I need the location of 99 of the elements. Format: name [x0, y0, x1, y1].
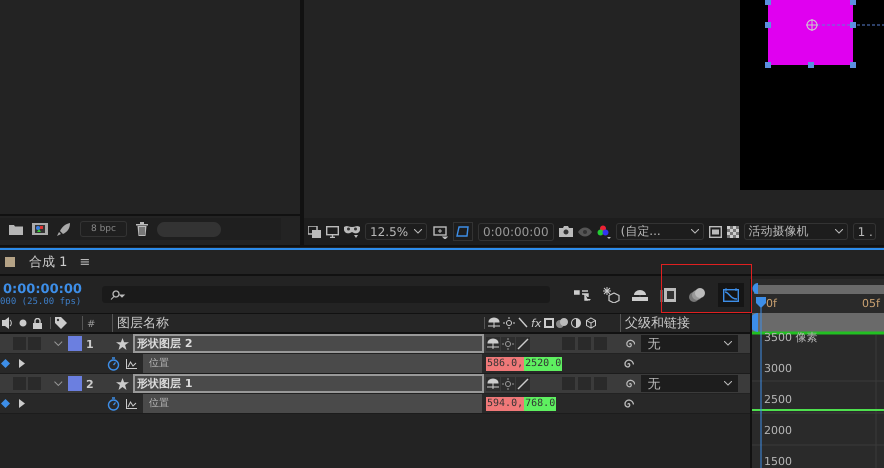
- transparency-grid-icon[interactable]: [453, 222, 473, 241]
- mask-icon[interactable]: [344, 225, 360, 238]
- column-header[interactable]: 图层名称: [117, 314, 169, 332]
- chevron-down-icon: [690, 229, 699, 234]
- layer-number: 1: [86, 338, 94, 350]
- quality-switch-icon[interactable]: [516, 376, 530, 390]
- frame-rate-label: 000 (25.00 fps): [0, 297, 82, 307]
- timecode-field[interactable]: 0:00:00:00: [478, 222, 554, 240]
- monitor-icon[interactable]: [326, 226, 339, 238]
- composition-color-swatch: [5, 257, 15, 267]
- star-icon: [116, 338, 129, 350]
- axis-label: 3500 像素: [764, 331, 818, 344]
- snapshot-stack-icon[interactable]: [308, 226, 321, 238]
- spiral-icon[interactable]: [622, 398, 634, 410]
- speaker-icon: [2, 317, 13, 329]
- checkerboard-icon[interactable]: [726, 226, 739, 238]
- zoom-dropdown[interactable]: 12.5%: [365, 223, 427, 240]
- graph-editor-icon: [723, 288, 739, 302]
- ruler-label: 05f: [862, 297, 880, 310]
- search-icon: [110, 290, 126, 300]
- adjustment-column-icon: [571, 318, 581, 328]
- effects-column-label: fx: [531, 317, 542, 329]
- dot-icon: [19, 319, 27, 327]
- graph-editor[interactable]: 0f 05f 3500 像素 3000 2500 2000 1500: [750, 279, 884, 468]
- resolution-dropdown[interactable]: (自定...: [616, 223, 704, 240]
- layer-name-field[interactable]: 形状图层 1: [133, 374, 484, 393]
- navigator-handle[interactable]: [752, 283, 758, 294]
- star-icon: [116, 378, 129, 390]
- parent-dropdown[interactable]: 无: [641, 335, 738, 352]
- color-channels-icon[interactable]: [596, 224, 611, 238]
- frame-blending-icon[interactable]: [660, 288, 676, 302]
- y-value[interactable]: 2520.0: [524, 356, 562, 370]
- slash-column-icon: [518, 318, 528, 328]
- composition-icon[interactable]: [32, 223, 48, 235]
- chevron-down-icon: [724, 341, 732, 346]
- axis-label: 2000: [764, 424, 792, 437]
- composition-tab[interactable]: 合成 1: [29, 253, 68, 271]
- trash-icon[interactable]: [136, 222, 148, 236]
- axis-label: 3000: [764, 362, 792, 375]
- keyframe-diamond-icon[interactable]: [1, 359, 10, 368]
- region-icon[interactable]: [432, 224, 448, 238]
- camera-icon[interactable]: [558, 226, 573, 237]
- stopwatch-icon[interactable]: [107, 396, 120, 410]
- property-name: 位置: [143, 394, 482, 413]
- ruler-label: 0f: [766, 297, 777, 310]
- motion-blur-column-icon: [556, 318, 568, 328]
- bit-depth-button[interactable]: 8 bpc: [80, 221, 127, 237]
- axis-label: 1500: [764, 455, 792, 468]
- cube-sparkle-icon[interactable]: [603, 286, 620, 302]
- views-dropdown[interactable]: 1 .: [852, 223, 876, 240]
- collapse-switch-icon[interactable]: [501, 376, 515, 390]
- cube-column-icon: [586, 318, 596, 329]
- keyframe-diamond-icon[interactable]: [1, 399, 10, 408]
- quality-switch-icon[interactable]: [516, 336, 530, 350]
- work-area-handle[interactable]: [752, 313, 758, 332]
- play-triangle-icon[interactable]: [19, 359, 25, 368]
- region-of-interest-icon[interactable]: [708, 226, 722, 238]
- current-time[interactable]: 0:00:00:00: [3, 282, 100, 297]
- expand-chevron-icon[interactable]: [54, 380, 63, 386]
- playhead[interactable]: [756, 296, 766, 468]
- frame-blend-column-icon: [544, 318, 554, 328]
- camera-dropdown[interactable]: 活动摄像机: [744, 223, 848, 240]
- panel-menu[interactable]: ≡: [79, 254, 90, 270]
- folder-icon[interactable]: [9, 224, 23, 234]
- sun-column-icon: [502, 317, 516, 329]
- layer-color-swatch[interactable]: [68, 336, 82, 351]
- expand-chevron-icon[interactable]: [54, 340, 63, 346]
- chevron-down-icon: [414, 229, 422, 234]
- x-value[interactable]: 594.0,: [486, 396, 524, 410]
- shy-switch-icon[interactable]: [486, 336, 500, 350]
- chevron-down-icon: [834, 229, 843, 234]
- graph-toggle-icon[interactable]: [126, 358, 137, 368]
- search-field[interactable]: [102, 286, 550, 303]
- layer-number: 2: [86, 378, 94, 390]
- layer-color-swatch[interactable]: [68, 376, 82, 391]
- stopwatch-icon[interactable]: [107, 356, 120, 370]
- spiral-icon[interactable]: [624, 338, 636, 350]
- label-tag-icon: [55, 317, 67, 329]
- shy-column-icon: [488, 318, 500, 328]
- column-header: #: [87, 319, 96, 330]
- chevron-down-icon: [724, 381, 732, 386]
- parent-dropdown[interactable]: 无: [641, 375, 738, 392]
- shy-icon[interactable]: [632, 288, 648, 300]
- lock-icon: [33, 318, 42, 328]
- graph-toggle-icon[interactable]: [126, 398, 137, 408]
- property-name: 位置: [143, 354, 482, 373]
- x-value[interactable]: 586.0,: [486, 356, 524, 370]
- collapse-switch-icon[interactable]: [501, 336, 515, 350]
- spiral-icon[interactable]: [622, 358, 634, 370]
- play-triangle-icon[interactable]: [19, 399, 25, 408]
- layer-name-field[interactable]: 形状图层 2: [133, 334, 484, 353]
- graph-editor-button[interactable]: [718, 282, 744, 306]
- flowchart-icon[interactable]: [574, 288, 591, 300]
- motion-blur-icon[interactable]: [688, 288, 706, 302]
- column-header: 父级和链接: [625, 315, 690, 332]
- spiral-icon[interactable]: [624, 378, 636, 390]
- shy-switch-icon[interactable]: [486, 376, 500, 390]
- y-value[interactable]: 768.0: [524, 396, 556, 410]
- axis-label: 2500: [764, 393, 792, 406]
